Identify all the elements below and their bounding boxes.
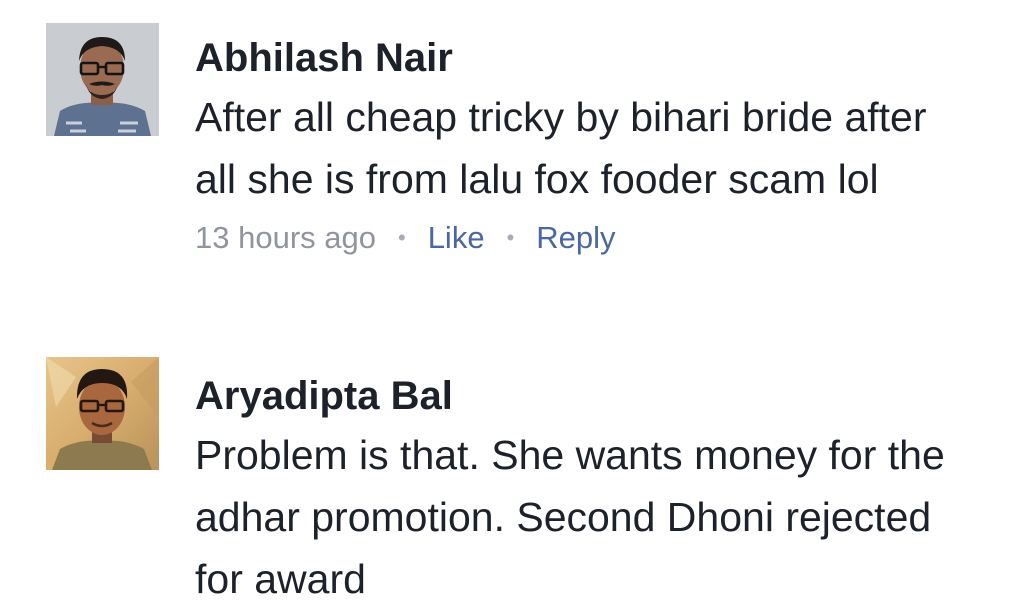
avatar[interactable] — [46, 23, 159, 136]
separator-dot-icon: • — [397, 225, 406, 250]
avatar-image-icon — [46, 23, 159, 136]
separator-dot-icon: • — [506, 225, 515, 250]
comment-timestamp[interactable]: 13 hours ago — [195, 216, 376, 260]
comment-meta: 13 hours ago • Like • Reply — [195, 216, 995, 260]
reply-button[interactable]: Reply — [536, 216, 615, 260]
comment-text: After all cheap tricky by bihari bride a… — [195, 94, 927, 202]
comment-body: Aryadipta Bal Problem is that. She wants… — [195, 368, 995, 610]
comment-author[interactable]: Abhilash Nair — [195, 30, 995, 86]
comment-text: Problem is that. She wants money for the… — [195, 432, 945, 602]
avatar-image-icon — [46, 357, 159, 470]
comment-body: Abhilash Nair After all cheap tricky by … — [195, 30, 995, 260]
like-button[interactable]: Like — [428, 216, 485, 260]
comment-author[interactable]: Aryadipta Bal — [195, 368, 995, 424]
avatar[interactable] — [46, 357, 159, 470]
